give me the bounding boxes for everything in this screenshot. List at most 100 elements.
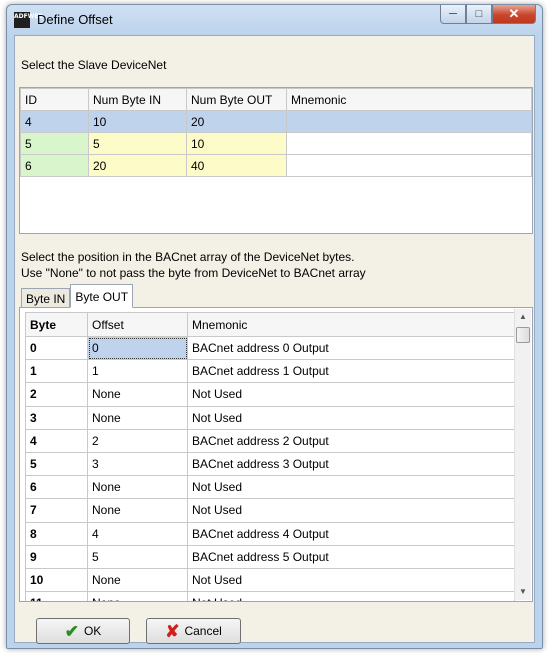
mnemonic-cell[interactable]: Not Used	[187, 498, 515, 523]
table-row[interactable]: 1 1 BACnet address 1 Output	[25, 359, 515, 384]
offset-cell[interactable]: None	[87, 405, 188, 430]
tab-byte-out[interactable]: Byte OUT	[70, 284, 134, 308]
mnemonic-cell[interactable]	[286, 132, 532, 155]
close-button[interactable]: ✕	[492, 5, 536, 24]
slave-grid-header: ID Num Byte IN Num Byte OUT Mnemonic	[20, 88, 532, 111]
cross-icon: ✘	[165, 621, 180, 641]
table-row[interactable]: 11 None Not Used	[25, 591, 515, 601]
slave-id-cell[interactable]: 4	[20, 110, 89, 133]
byte-cell: 0	[25, 335, 88, 361]
byte-cell: 7	[25, 498, 88, 523]
mnemonic-cell[interactable]: Not Used	[187, 475, 515, 500]
minimize-button[interactable]: ─	[440, 5, 466, 24]
title-bar[interactable]: ADFWEB Define Offset ─ □ ✕	[7, 5, 542, 35]
offset-cell[interactable]: 4	[87, 521, 188, 546]
num-byte-in-cell[interactable]: 20	[88, 154, 187, 177]
column-header-byte[interactable]: Byte	[25, 312, 88, 337]
mnemonic-cell[interactable]	[286, 154, 532, 177]
table-row[interactable]: 7 None Not Used	[25, 498, 515, 523]
slave-id-cell[interactable]: 6	[20, 154, 89, 177]
table-row[interactable]: 5 3 BACnet address 3 Output	[25, 451, 515, 477]
byte-cell: 5	[25, 451, 88, 477]
offset-cell[interactable]: None	[87, 475, 188, 500]
offset-cell[interactable]: 1	[87, 359, 188, 384]
mnemonic-cell[interactable]: BACnet address 5 Output	[187, 544, 515, 569]
instructions-text: Select the position in the BACnet array …	[21, 249, 366, 281]
byte-tabs: Byte IN Byte OUT	[21, 284, 134, 308]
maximize-icon: □	[475, 8, 483, 20]
app-logo-icon: ADFWEB	[14, 12, 43, 28]
cancel-button[interactable]: ✘ Cancel	[146, 618, 241, 644]
slave-devicenet-grid[interactable]: ID Num Byte IN Num Byte OUT Mnemonic 4 1…	[19, 87, 533, 234]
column-header-mnemonic[interactable]: Mnemonic	[187, 312, 515, 337]
maximize-button[interactable]: □	[466, 5, 492, 24]
window-controls: ─ □ ✕	[440, 5, 536, 25]
checkmark-icon: ✔	[64, 621, 79, 641]
mnemonic-cell[interactable]: Not Used	[187, 567, 515, 593]
ok-button[interactable]: ✔ OK	[36, 618, 130, 644]
table-row[interactable]: 3 None Not Used	[25, 405, 515, 430]
slave-row[interactable]: 4 10 20	[20, 110, 532, 133]
offset-cell[interactable]: 2	[87, 428, 188, 453]
num-byte-in-cell[interactable]: 5	[88, 132, 187, 155]
byte-cell: 1	[25, 359, 88, 384]
column-header-id[interactable]: ID	[20, 88, 89, 111]
byte-cell: 9	[25, 544, 88, 569]
byte-grid-header: Byte Offset Mnemonic	[25, 312, 515, 337]
scroll-down-icon[interactable]: ▼	[515, 584, 531, 600]
column-header-num-byte-out[interactable]: Num Byte OUT	[186, 88, 287, 111]
instructions-line-2: Use "None" to not pass the byte from Dev…	[21, 266, 366, 280]
column-header-mnemonic[interactable]: Mnemonic	[286, 88, 532, 111]
table-row[interactable]: 4 2 BACnet address 2 Output	[25, 428, 515, 453]
scrollbar-thumb[interactable]	[516, 327, 530, 343]
minimize-icon: ─	[449, 8, 457, 20]
num-byte-out-cell[interactable]: 20	[186, 110, 287, 133]
mnemonic-cell[interactable]: Not Used	[187, 591, 515, 601]
dialog-body: Select the Slave DeviceNet ID Num Byte I…	[14, 35, 535, 644]
offset-cell[interactable]: 5	[87, 544, 188, 569]
slave-row[interactable]: 5 5 10	[20, 132, 532, 155]
column-header-num-byte-in[interactable]: Num Byte IN	[88, 88, 187, 111]
table-row[interactable]: 8 4 BACnet address 4 Output	[25, 521, 515, 546]
offset-cell[interactable]: 0	[87, 335, 188, 361]
column-header-offset[interactable]: Offset	[87, 312, 188, 337]
mnemonic-cell[interactable]: BACnet address 3 Output	[187, 451, 515, 477]
window-title: Define Offset	[37, 12, 113, 27]
table-row[interactable]: 0 0 BACnet address 0 Output	[25, 335, 515, 361]
slave-row[interactable]: 6 20 40	[20, 154, 532, 177]
slave-section-label: Select the Slave DeviceNet	[21, 58, 167, 72]
table-row[interactable]: 9 5 BACnet address 5 Output	[25, 544, 515, 569]
slave-id-cell[interactable]: 5	[20, 132, 89, 155]
table-row[interactable]: 2 None Not Used	[25, 382, 515, 407]
offset-cell[interactable]: None	[87, 382, 188, 407]
tab-byte-in[interactable]: Byte IN	[21, 288, 71, 308]
byte-cell: 6	[25, 475, 88, 500]
byte-cell: 3	[25, 405, 88, 430]
mnemonic-cell[interactable]: BACnet address 0 Output	[187, 335, 515, 361]
offset-cell[interactable]: None	[87, 567, 188, 593]
byte-cell: 10	[25, 567, 88, 593]
mnemonic-cell[interactable]: Not Used	[187, 382, 515, 407]
byte-cell: 4	[25, 428, 88, 453]
instructions-line-1: Select the position in the BACnet array …	[21, 250, 355, 264]
offset-cell[interactable]: 3	[87, 451, 188, 477]
scroll-up-icon[interactable]: ▲	[515, 309, 531, 325]
close-icon: ✕	[508, 6, 520, 21]
offset-cell[interactable]: None	[87, 498, 188, 523]
table-row[interactable]: 10 None Not Used	[25, 567, 515, 593]
byte-offset-grid[interactable]: Byte Offset Mnemonic 0 0 BACnet address …	[19, 307, 533, 602]
num-byte-out-cell[interactable]: 10	[186, 132, 287, 155]
num-byte-out-cell[interactable]: 40	[186, 154, 287, 177]
vertical-scrollbar[interactable]: ▲ ▼	[514, 309, 531, 600]
mnemonic-cell[interactable]: BACnet address 2 Output	[187, 428, 515, 453]
num-byte-in-cell[interactable]: 10	[88, 110, 187, 133]
offset-cell[interactable]: None	[87, 591, 188, 601]
mnemonic-cell[interactable]	[286, 110, 532, 133]
mnemonic-cell[interactable]: BACnet address 4 Output	[187, 521, 515, 546]
byte-cell: 11	[25, 591, 88, 601]
ok-button-label: OK	[83, 624, 102, 638]
mnemonic-cell[interactable]: Not Used	[187, 405, 515, 430]
cancel-button-label: Cancel	[184, 624, 222, 638]
table-row[interactable]: 6 None Not Used	[25, 475, 515, 500]
mnemonic-cell[interactable]: BACnet address 1 Output	[187, 359, 515, 384]
